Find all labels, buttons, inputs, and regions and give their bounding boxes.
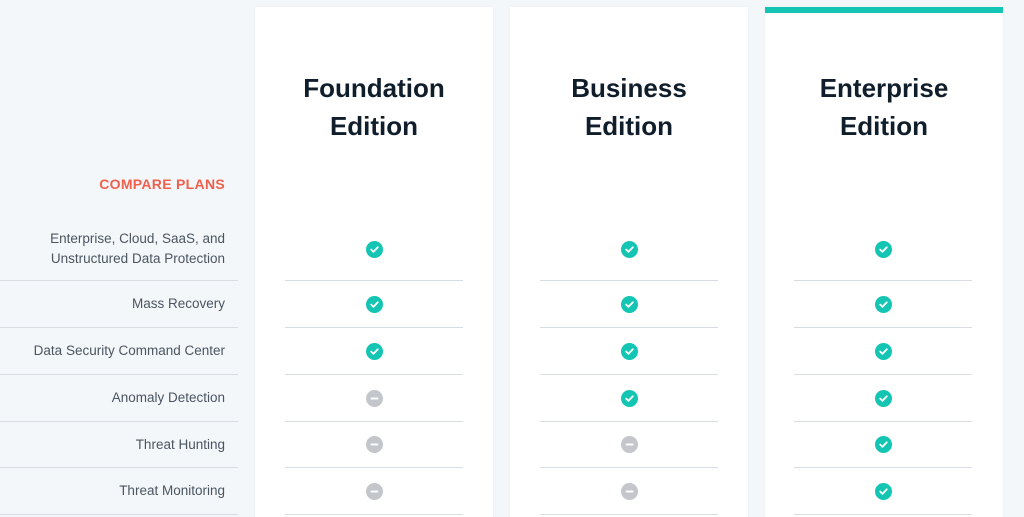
feature-row: Threat Monitoring xyxy=(0,468,238,515)
check-circle-icon xyxy=(874,295,892,313)
feature-cell xyxy=(540,375,718,422)
feature-label: Enterprise, Cloud, SaaS, and Unstructure… xyxy=(50,229,225,269)
feature-label: Threat Hunting xyxy=(135,436,225,452)
feature-label-line: Unstructured Data Protection xyxy=(50,251,225,266)
feature-cell xyxy=(794,468,972,515)
minus-circle-icon xyxy=(620,436,638,453)
check-circle-icon xyxy=(620,240,638,258)
feature-cell xyxy=(540,328,718,375)
feature-row: Mass Recovery xyxy=(0,281,238,328)
feature-label: Anomaly Detection xyxy=(111,390,225,405)
plan-title-line: Business xyxy=(571,73,687,103)
plan-title: Enterprise Edition xyxy=(765,69,1003,145)
feature-cell xyxy=(285,218,463,281)
minus-circle-icon xyxy=(365,482,383,500)
plan-title-line: Edition xyxy=(839,111,929,141)
minus-circle-icon xyxy=(620,482,638,500)
feature-column: COMPARE PLANS Enterprise, Cloud, SaaS, a… xyxy=(0,0,238,517)
feature-cell xyxy=(794,375,972,422)
check-circle-icon xyxy=(620,295,638,313)
check-circle-icon xyxy=(365,295,383,313)
plan-card: Enterprise Edition xyxy=(765,7,1003,517)
feature-label: Threat Monitoring xyxy=(119,483,225,498)
feature-row: Threat Hunting xyxy=(0,422,238,468)
plan-title: Foundation Edition xyxy=(255,69,493,145)
compare-plans-label: COMPARE PLANS xyxy=(99,176,225,192)
feature-cell xyxy=(285,375,463,422)
feature-label: Mass Recovery xyxy=(131,296,225,311)
compare-plans-section: COMPARE PLANS Enterprise, Cloud, SaaS, a… xyxy=(0,0,1024,517)
feature-cell xyxy=(540,281,718,328)
check-circle-icon xyxy=(874,482,892,500)
check-circle-icon xyxy=(874,342,892,360)
check-circle-icon xyxy=(874,240,892,258)
feature-cell xyxy=(794,328,972,375)
minus-circle-icon xyxy=(365,389,383,407)
plan-card: Foundation Edition xyxy=(255,7,493,517)
check-circle-icon xyxy=(874,389,892,407)
plan-title-line: Edition xyxy=(584,111,674,141)
plan-title-line: Edition xyxy=(329,111,419,141)
feature-cell xyxy=(540,422,718,468)
feature-cell xyxy=(794,422,972,468)
feature-cell xyxy=(540,218,718,281)
feature-label-line: Enterprise, Cloud, SaaS, and xyxy=(50,231,225,246)
check-circle-icon xyxy=(620,389,638,407)
plan-title: Business Edition xyxy=(510,69,748,145)
plan-title-line: Enterprise xyxy=(819,73,949,103)
feature-row: Enterprise, Cloud, SaaS, and Unstructure… xyxy=(0,218,238,281)
minus-circle-icon xyxy=(365,436,383,453)
check-circle-icon xyxy=(365,240,383,258)
feature-cell xyxy=(794,281,972,328)
feature-cell xyxy=(540,468,718,515)
feature-cell xyxy=(285,422,463,468)
check-circle-icon xyxy=(365,342,383,360)
feature-row: Data Security Command Center xyxy=(0,328,238,375)
plan-title-line: Foundation xyxy=(303,73,445,103)
check-circle-icon xyxy=(874,436,892,453)
feature-cell xyxy=(285,468,463,515)
feature-label: Data Security Command Center xyxy=(33,343,225,358)
feature-cell xyxy=(285,328,463,375)
check-circle-icon xyxy=(620,342,638,360)
feature-cell xyxy=(794,218,972,281)
feature-cell xyxy=(285,281,463,328)
plan-card: Business Edition xyxy=(510,7,748,517)
feature-row: Anomaly Detection xyxy=(0,375,238,422)
